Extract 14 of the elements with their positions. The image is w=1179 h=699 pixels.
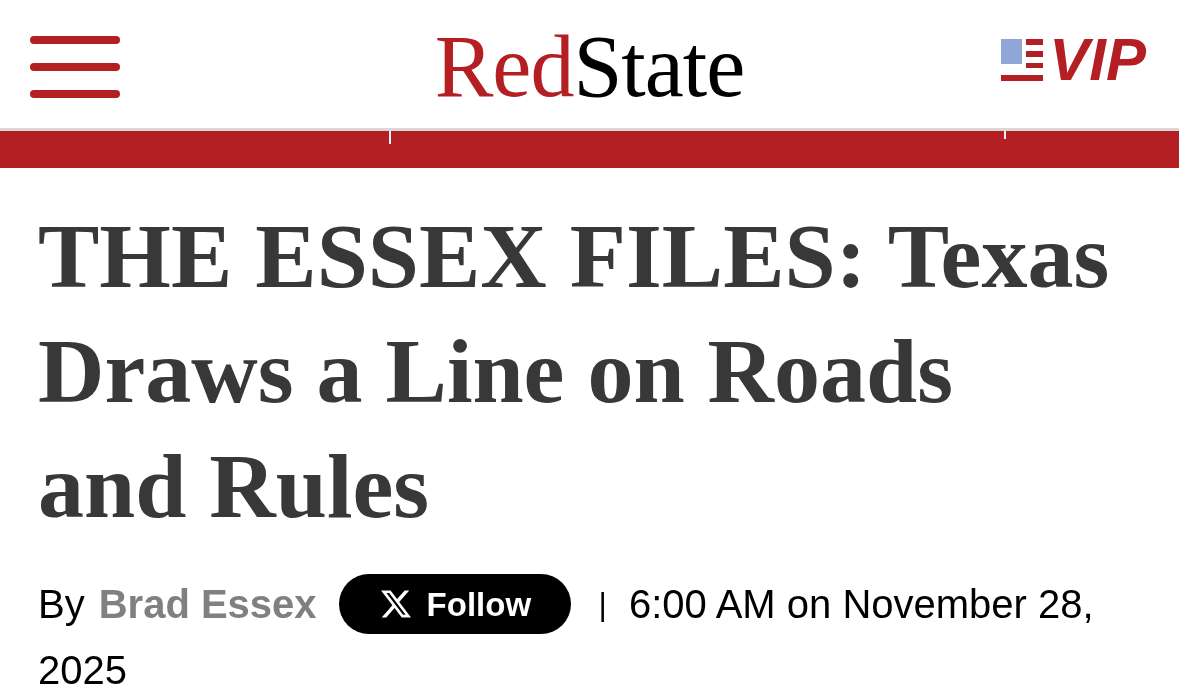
logo-word: State (573, 23, 745, 111)
author-link[interactable]: Brad Essex (98, 584, 317, 624)
menu-button[interactable] (30, 36, 120, 98)
publish-timestamp: 6:00 AM on November 28, (628, 584, 1094, 624)
vip-link[interactable]: VIP (1001, 30, 1150, 90)
article-headline: THE ESSEX FILES: Texas Draws a Line on Roads and Rules (38, 204, 1111, 539)
flag-icon (1001, 39, 1044, 81)
menu-icon (30, 36, 120, 98)
logo-word: Red (434, 23, 574, 111)
follow-button[interactable]: Follow (338, 574, 571, 634)
publish-timestamp: 2025 (38, 650, 127, 690)
byline-prefix: By (38, 584, 85, 624)
byline-separator: | (598, 588, 607, 620)
x-logo-icon (380, 590, 411, 618)
